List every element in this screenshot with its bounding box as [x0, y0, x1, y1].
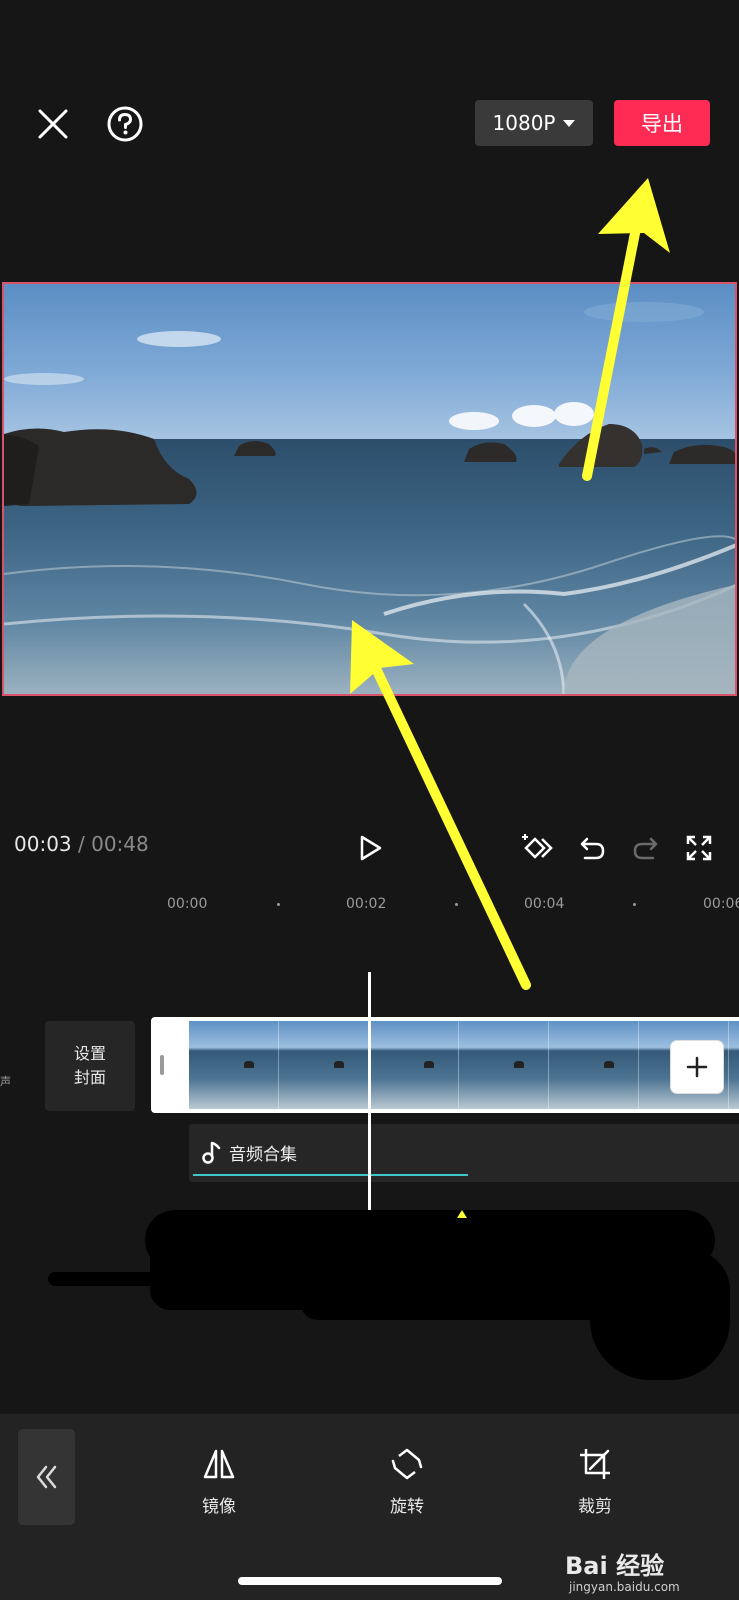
audio-track[interactable]: 音频合集	[189, 1124, 739, 1182]
play-icon[interactable]	[348, 826, 392, 870]
clip-trim-handle[interactable]	[160, 1055, 164, 1075]
cover-label-line2: 封面	[73, 1068, 106, 1087]
audio-track-label: 音频合集	[229, 1145, 297, 1165]
home-indicator[interactable]	[238, 1577, 502, 1585]
ruler-tick: 00:06	[703, 896, 739, 912]
export-label: 导出	[641, 112, 683, 136]
time-display: 00:03 / 00:48	[14, 832, 149, 856]
clip-thumbnail	[369, 1021, 459, 1109]
playhead[interactable]	[368, 972, 371, 1217]
ruler-tick: 00:00	[167, 896, 208, 912]
ruler-dot	[633, 903, 636, 906]
watermark: Bai 经验 jingyan.baidu.com	[565, 1540, 725, 1594]
fullscreen-icon[interactable]	[677, 826, 721, 870]
audio-waveform	[193, 1174, 468, 1176]
watermark-text: Bai 经验	[565, 1552, 665, 1580]
resolution-label: 1080P	[492, 111, 556, 135]
crop-icon	[580, 1449, 610, 1479]
ruler-dot	[277, 903, 280, 906]
ruler-tick: 00:02	[346, 896, 387, 912]
video-clip[interactable]	[151, 1017, 739, 1113]
clip-thumbnails	[189, 1021, 739, 1109]
clip-thumbnail	[459, 1021, 549, 1109]
help-icon[interactable]	[103, 102, 147, 146]
tool-label: 旋转	[390, 1497, 424, 1517]
ruler-dot	[455, 903, 458, 906]
redo-icon[interactable]	[624, 826, 668, 870]
side-text: 声	[0, 1075, 11, 1088]
mirror-icon	[203, 1449, 235, 1479]
preview-rocks	[4, 424, 735, 694]
export-button[interactable]: 导出	[614, 100, 710, 146]
music-note-icon	[202, 1141, 221, 1164]
caret-down-icon	[563, 119, 576, 127]
double-chevron-left-icon	[36, 1465, 56, 1489]
add-clip-button[interactable]	[671, 1041, 723, 1093]
set-cover-button[interactable]: 设置 封面	[45, 1021, 135, 1111]
collapse-toolbar-button[interactable]	[18, 1429, 75, 1525]
tool-rotate[interactable]: 旋转	[362, 1446, 452, 1517]
current-time: 00:03	[14, 832, 72, 856]
plus-icon	[686, 1056, 708, 1078]
total-time: 00:48	[91, 832, 149, 856]
timeline-ruler: 00:00 00:02 00:04 00:06	[0, 880, 739, 928]
ruler-tick: 00:04	[524, 896, 565, 912]
keyframe-icon[interactable]	[516, 826, 560, 870]
time-separator: /	[78, 832, 85, 856]
clip-thumbnail	[189, 1021, 279, 1109]
video-preview[interactable]	[2, 282, 737, 696]
undo-icon[interactable]	[570, 826, 614, 870]
rotate-icon	[391, 1448, 423, 1480]
clip-thumbnail	[279, 1021, 369, 1109]
clip-thumbnail	[549, 1021, 639, 1109]
resolution-dropdown[interactable]: 1080P	[475, 100, 593, 146]
watermark-sub: jingyan.baidu.com	[569, 1580, 680, 1594]
tool-mirror[interactable]: 镜像	[174, 1446, 264, 1517]
cover-label-line1: 设置	[73, 1044, 106, 1063]
tool-label: 镜像	[202, 1497, 236, 1517]
clip-thumbnail	[729, 1021, 739, 1109]
tool-label: 裁剪	[578, 1497, 612, 1517]
tool-crop[interactable]: 裁剪	[550, 1446, 640, 1517]
close-icon[interactable]	[31, 102, 75, 146]
